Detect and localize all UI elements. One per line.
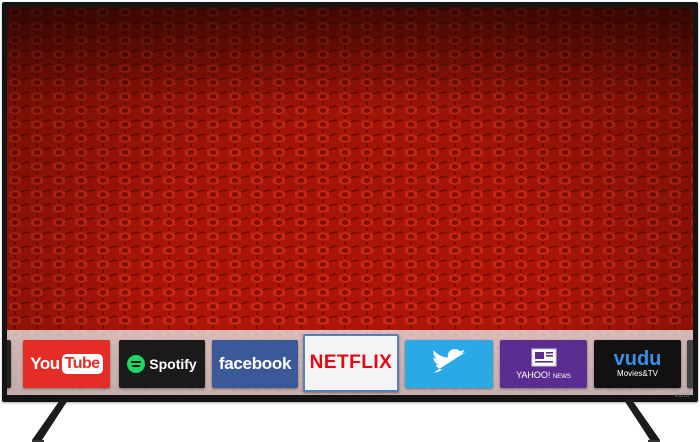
yahoo-label: YAHOO! xyxy=(516,370,551,380)
tv-stand-left xyxy=(32,400,68,442)
tv-screen: You Tube Spotify facebook NETFLIX YAHOO!… xyxy=(7,7,693,395)
app-tile-vudu[interactable]: vudu Movies&TV xyxy=(594,340,681,388)
youtube-label-you: You xyxy=(30,354,60,373)
vudu-sublabel: Movies&TV xyxy=(617,369,658,378)
spotify-icon xyxy=(127,355,146,373)
bird-icon xyxy=(433,349,466,373)
yahoo-news-label: YAHOO! NEWS xyxy=(516,370,571,380)
app-tile-partial-right[interactable] xyxy=(687,340,693,388)
app-tile-yahoo-news[interactable]: YAHOO! NEWS xyxy=(500,340,587,388)
vudu-label: vudu xyxy=(613,348,662,370)
app-tile-twitter[interactable] xyxy=(405,340,493,388)
tv-stand-right xyxy=(624,400,660,442)
tv-frame: You Tube Spotify facebook NETFLIX YAHOO!… xyxy=(2,2,698,402)
youtube-label-tube: Tube xyxy=(61,354,103,374)
app-tile-netflix[interactable]: NETFLIX xyxy=(303,334,399,392)
app-tile-youtube[interactable]: You Tube xyxy=(23,340,110,388)
app-tile-facebook[interactable]: facebook xyxy=(212,340,298,388)
facebook-label: facebook xyxy=(218,354,292,373)
netflix-label: NETFLIX xyxy=(309,352,393,373)
newspaper-icon xyxy=(531,348,556,367)
yahoo-news-suffix: NEWS xyxy=(552,374,571,380)
spotify-label: Spotify xyxy=(149,356,197,372)
vizio-logo: VIZIO xyxy=(674,393,690,399)
app-tile-spotify[interactable]: Spotify xyxy=(119,340,205,388)
smart-app-bar: You Tube Spotify facebook NETFLIX YAHOO!… xyxy=(7,330,693,395)
app-tile-partial-left[interactable] xyxy=(7,340,11,388)
